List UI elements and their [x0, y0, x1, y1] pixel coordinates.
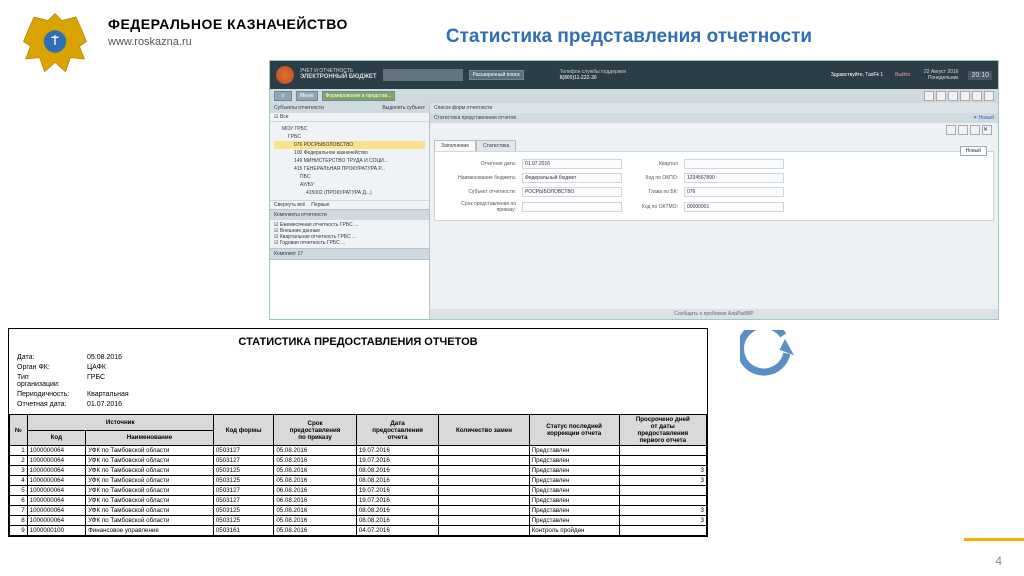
toolbar-icon-2[interactable] — [936, 91, 946, 101]
form-area: Отчетная дата: 01.07.2016 Квартал Наимен… — [434, 151, 994, 221]
sidebar-header: Субъекты отчетности Выделить субъект — [270, 103, 429, 113]
page-title: Статистика представления отчетности — [446, 26, 812, 48]
app-brand: УЧЕТ И ОТЧЕТНОСТЬ ЭЛЕКТРОННЫЙ БЮДЖЕТ — [300, 69, 377, 81]
report-meta: Дата:05.08.2016 Орган ФК:ЦАФК Тип органи… — [17, 354, 699, 408]
logout-link[interactable]: Выйти — [895, 72, 910, 78]
toolbar-icon-3[interactable] — [948, 91, 958, 101]
toolbar-icon-6[interactable] — [984, 91, 994, 101]
main-title: Список форм отчетности — [430, 103, 998, 113]
app-window: УЧЕТ И ОТЧЕТНОСТЬ ЭЛЕКТРОННЫЙ БЮДЖЕТ Рас… — [269, 60, 999, 320]
new-badge[interactable]: Новый — [960, 146, 987, 156]
support-phone: Телефон службы поддержки 8(800)11-222-30 — [560, 69, 626, 81]
tree-item[interactable]: ГРБС — [274, 133, 425, 141]
search-input[interactable] — [383, 69, 463, 81]
table-row: 31000000064УФК по Тамбовской области0503… — [10, 466, 707, 476]
table-row: 21000000064УФК по Тамбовской области0503… — [10, 456, 707, 466]
user-greeting: Здравствуйте, ТаsFk 1 — [831, 72, 883, 78]
tree-item-selected[interactable]: 076 РОСРЫБОЛОВСТВО — [274, 141, 425, 149]
toolbar-icon-5[interactable] — [972, 91, 982, 101]
sidebar-panel-kits: Комплекты отчетности Ежемесячная отчетно… — [270, 209, 429, 248]
main-subbar: Статистика представления отчетов ✦ Новый — [430, 113, 998, 123]
clock: 20:10 — [968, 71, 992, 80]
first-link[interactable]: Первые — [311, 202, 329, 208]
table-row: 41000000064УФК по Тамбовской области0503… — [10, 476, 707, 486]
page-number: 4 — [995, 554, 1002, 568]
report-date-field[interactable]: 01.07.2016 — [522, 159, 622, 169]
tree-item[interactable]: МОУ ГРБС — [274, 125, 425, 133]
app-logo-icon — [276, 66, 294, 84]
collapse-all-link[interactable]: Свернуть всё — [274, 202, 305, 208]
deadline-field[interactable] — [522, 202, 622, 212]
tree-item[interactable]: 415002 (ПРОКУРАТУРА Д...) — [274, 189, 425, 197]
oktmo-field[interactable]: 00000001 — [684, 202, 784, 212]
tab-fill[interactable]: Заполнение — [434, 140, 476, 151]
tree-item[interactable]: ПБС — [274, 173, 425, 181]
panel-action-icon[interactable] — [958, 125, 968, 135]
table-row: 71000000064УФК по Тамбовской области0503… — [10, 506, 707, 516]
toolbar-icons — [924, 91, 994, 101]
tree-item[interactable]: 100 Федеральное казначейство — [274, 149, 425, 157]
table-row: 51000000064УФК по Тамбовской области0503… — [10, 486, 707, 496]
app-topbar: УЧЕТ И ОТЧЕТНОСТЬ ЭЛЕКТРОННЫЙ БЮДЖЕТ Рас… — [270, 61, 998, 89]
table-row: 61000000064УФК по Тамбовской области0503… — [10, 496, 707, 506]
subjects-tree[interactable]: МОУ ГРБС ГРБС 076 РОСРЫБОЛОВСТВО 100 Фед… — [270, 122, 429, 200]
status-bar[interactable]: Сообщить о проблеме АлаРаdWP — [430, 309, 998, 319]
subject-field[interactable]: РОСРЫБОЛОВСТВО — [522, 187, 622, 197]
toolbar-icon-1[interactable] — [924, 91, 934, 101]
table-row: 91000000100Финансовое управление05031610… — [10, 526, 707, 536]
table-row: 11000000064УФК по Тамбовской области0503… — [10, 446, 707, 456]
current-date: 22 Август 2016 Понедельник — [924, 69, 959, 81]
tree-item[interactable]: 415 ГЕНЕРАЛЬНАЯ ПРОКУРАТУРА Р... — [274, 165, 425, 173]
tree-item[interactable]: 149 МИНИСТЕРСТВО ТРУДА И СОЦИ... — [274, 157, 425, 165]
tree-item[interactable]: АУ/БУ — [274, 181, 425, 189]
arrow-icon — [740, 330, 794, 384]
sidebar-empty-area — [270, 259, 429, 319]
quarter-field[interactable] — [684, 159, 784, 169]
accent-bar — [964, 538, 1024, 541]
org-name: ФЕДЕРАЛЬНОЕ КАЗНАЧЕЙСТВО — [108, 16, 348, 32]
tab-statistics[interactable]: Статистика — [476, 140, 516, 151]
report-document: СТАТИСТИКА ПРЕДОСТАВЛЕНИЯ ОТЧЕТОВ Дата:0… — [8, 328, 708, 537]
menu-button[interactable]: Меню — [296, 91, 318, 101]
report-title: СТАТИСТИКА ПРЕДОСТАВЛЕНИЯ ОТЧЕТОВ — [17, 336, 699, 348]
form-submit-button[interactable]: Формирование и представ... — [322, 91, 396, 101]
table-row: 81000000064УФК по Тамбовской области0503… — [10, 516, 707, 526]
budget-field[interactable]: Федеральный бюджет — [522, 173, 622, 183]
treasury-emblem-icon — [20, 10, 90, 80]
toolbar-icon-4[interactable] — [960, 91, 970, 101]
main-panel: Список форм отчетности Статистика предст… — [430, 103, 998, 319]
app-toolbar: ≡ Меню Формирование и представ... — [270, 89, 998, 103]
kit-checkbox[interactable]: Годовая отчетность ГРБС ... — [274, 240, 425, 246]
main-tabs: Заполнение Статистика — [434, 140, 994, 151]
panel-action-icon[interactable] — [970, 125, 980, 135]
panel-close-icon[interactable]: ✕ — [982, 125, 992, 135]
report-table: № Источник Код формы Срок предоставления… — [9, 414, 707, 536]
menu-toggle-button[interactable]: ≡ — [274, 91, 292, 101]
app-body: Субъекты отчетности Выделить субъект ☑ В… — [270, 103, 998, 319]
panel-action-icon[interactable] — [946, 125, 956, 135]
sidebar: Субъекты отчетности Выделить субъект ☑ В… — [270, 103, 430, 319]
adv-search-button[interactable]: Расширенный поиск — [469, 70, 524, 80]
org-url: www.roskazna.ru — [108, 36, 348, 48]
okpo-field[interactable]: 1234567890 — [684, 173, 784, 183]
glava-field[interactable]: 076 — [684, 187, 784, 197]
